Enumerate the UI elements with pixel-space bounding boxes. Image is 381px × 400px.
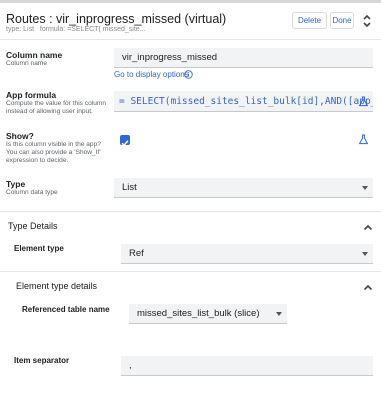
type-details-title[interactable]: Type Details [8,221,58,231]
element-type-select[interactable]: Ref [121,244,373,264]
element-type-details-title[interactable]: Element type details [16,281,97,291]
info-icon[interactable] [184,70,193,79]
done-button[interactable]: Done [330,12,354,29]
type-select[interactable]: List [114,178,373,198]
collapse-chevron-icon[interactable] [363,284,373,291]
app-formula-help: Compute the value for this column instea… [6,100,107,115]
type-summary-value: List [23,26,35,33]
show-if-flask-icon[interactable] [358,134,369,145]
type-select-value: List [122,182,137,193]
type-label: Type [6,179,26,189]
expand-collapse-icon[interactable] [360,13,374,29]
referenced-table-value: missed_sites_list_bulk (slice) [137,308,260,319]
dropdown-caret-icon [362,251,368,256]
delete-button[interactable]: Delete [292,12,327,29]
type-details-section: Type Details Element type Ref [0,211,381,267]
app-formula-value: = SELECT(missed_sites_list_bulk[id],AND(… [119,95,373,107]
formula-summary-label: formula: [39,26,66,33]
column-editor-header: Routes : vir_inprogress_missed (virtual)… [0,3,381,40]
item-separator-input[interactable]: , [121,356,373,376]
column-name-help: Column name [6,60,48,67]
page-title: Routes : vir_inprogress_missed (virtual) [6,12,227,26]
collapse-chevron-icon[interactable] [363,224,373,231]
display-options-link[interactable]: Go to display options [114,70,189,79]
type-summary-label: type: [6,26,22,33]
item-separator-label: Item separator [14,356,70,365]
show-checkbox[interactable] [120,135,130,147]
element-type-label: Element type [14,244,64,253]
app-formula-label: App formula [6,90,57,100]
formula-summary-value: =SELECT( missed_site... [67,26,146,33]
flask-icon[interactable] [358,96,369,107]
column-name-label: Column name [6,50,63,60]
show-label: Show? [6,131,34,141]
type-help: Column data type [6,189,58,196]
element-type-value: Ref [129,248,144,259]
element-type-details-section: Element type details Referenced table na… [0,271,381,399]
referenced-table-label: Referenced table name [22,305,110,314]
referenced-table-select[interactable]: missed_sites_list_bulk (slice) [129,304,287,324]
column-name-input[interactable]: vir_inprogress_missed [114,48,373,68]
checkmark-icon [121,140,129,147]
app-formula-input[interactable]: = SELECT(missed_sites_list_bulk[id],AND(… [114,91,373,112]
show-help: Is this column visible in the app? You c… [6,141,101,164]
dropdown-caret-icon [362,185,368,190]
dropdown-caret-icon [276,311,282,316]
column-summary: type: List formula: =SELECT( missed_site… [6,26,146,33]
